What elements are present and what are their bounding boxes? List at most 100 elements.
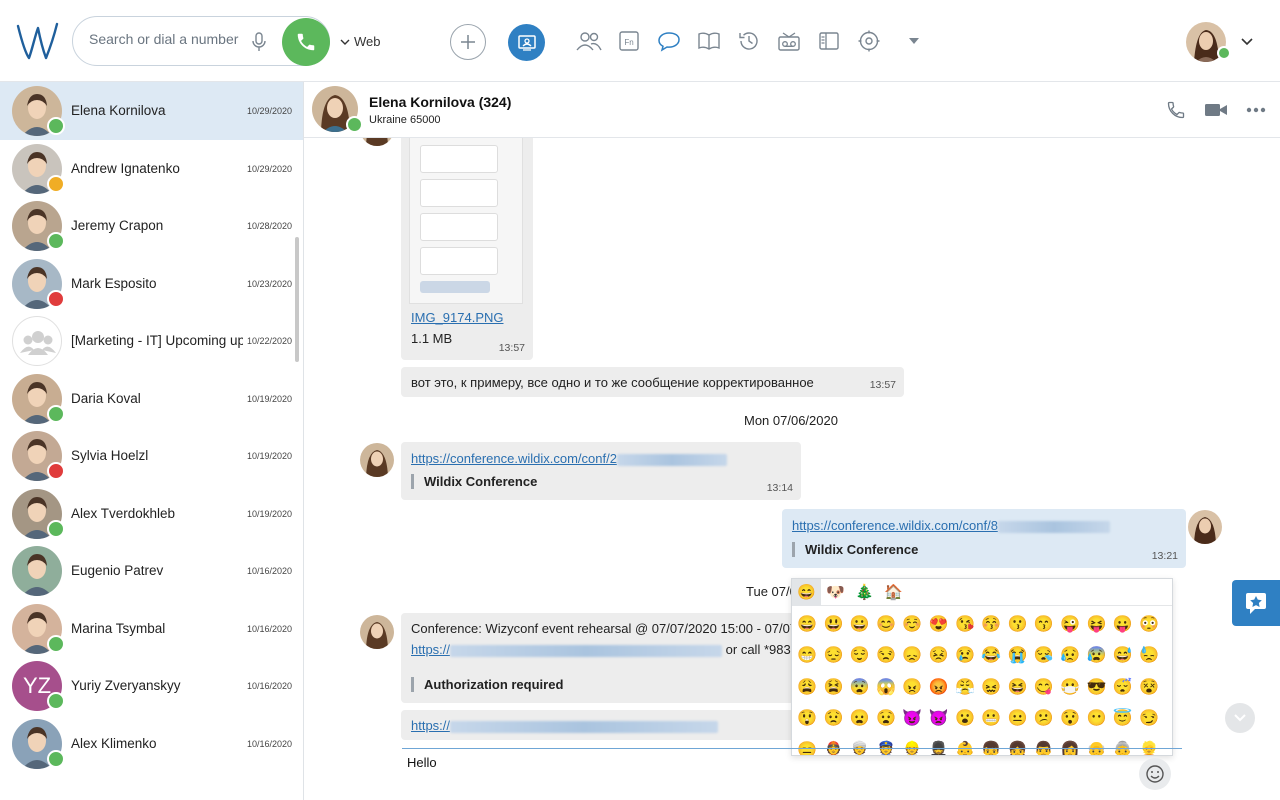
emoji-item[interactable]: 😶 bbox=[1083, 704, 1109, 736]
emoji-item[interactable]: 😍 bbox=[925, 609, 951, 641]
contact-item[interactable]: Mark Esposito 10/23/2020 bbox=[0, 255, 303, 313]
contact-item[interactable]: Elena Kornilova 10/29/2020 bbox=[0, 82, 303, 140]
feedback-button[interactable] bbox=[1232, 580, 1280, 626]
emoji-item[interactable]: 😕 bbox=[1031, 704, 1057, 736]
emoji-item[interactable]: 😮 bbox=[952, 704, 978, 736]
emoji-item[interactable]: 👷 bbox=[899, 735, 925, 755]
emoji-item[interactable]: 👦 bbox=[978, 735, 1004, 755]
emoji-item[interactable]: 😎 bbox=[1083, 672, 1109, 704]
video-call-icon[interactable] bbox=[1204, 101, 1228, 119]
contact-item[interactable]: Daria Koval 10/19/2020 bbox=[0, 370, 303, 428]
message-input[interactable] bbox=[407, 755, 1107, 770]
emoji-item[interactable]: 👴 bbox=[1083, 735, 1109, 755]
emoji-item[interactable]: 😙 bbox=[1031, 609, 1057, 641]
emoji-item[interactable]: ☺️ bbox=[899, 609, 925, 641]
wildix-logo[interactable] bbox=[16, 22, 60, 62]
emoji-item[interactable]: 😁 bbox=[794, 641, 820, 673]
link[interactable]: https:// bbox=[411, 718, 450, 733]
emoji-item[interactable]: 😑 bbox=[794, 735, 820, 755]
scroll-to-bottom-button[interactable] bbox=[1225, 703, 1255, 733]
phone-call-icon[interactable] bbox=[1166, 100, 1186, 120]
emoji-item[interactable]: 😴 bbox=[1110, 672, 1136, 704]
emoji-item[interactable]: 👲 bbox=[820, 735, 846, 755]
emoji-item[interactable]: 😒 bbox=[873, 641, 899, 673]
emoji-item[interactable]: 😷 bbox=[1057, 672, 1083, 704]
emoji-item[interactable]: 😳 bbox=[1136, 609, 1162, 641]
emoji-item[interactable]: 😥 bbox=[1057, 641, 1083, 673]
emoji-item[interactable]: 😆 bbox=[1004, 672, 1030, 704]
emoji-item[interactable]: 💂 bbox=[925, 735, 951, 755]
emoji-category-tab[interactable]: 🐶 bbox=[821, 579, 850, 606]
emoji-item[interactable]: 😔 bbox=[820, 641, 846, 673]
emoji-item[interactable]: 😖 bbox=[978, 672, 1004, 704]
screen-share-button[interactable] bbox=[508, 24, 545, 61]
emoji-item[interactable]: 😛 bbox=[1110, 609, 1136, 641]
emoji-item[interactable]: 😌 bbox=[847, 641, 873, 673]
emoji-item[interactable]: 😢 bbox=[952, 641, 978, 673]
contact-item[interactable]: Andrew Ignatenko 10/29/2020 bbox=[0, 140, 303, 198]
emoji-item[interactable]: 😀 bbox=[847, 609, 873, 641]
emoji-item[interactable]: 😐 bbox=[1004, 704, 1030, 736]
contact-item[interactable]: Alex Klimenko 10/16/2020 bbox=[0, 715, 303, 773]
web-selector[interactable]: Web bbox=[340, 34, 381, 49]
emoji-item[interactable]: 😵 bbox=[1136, 672, 1162, 704]
emoji-item[interactable]: 😂 bbox=[978, 641, 1004, 673]
emoji-item[interactable]: 😗 bbox=[1004, 609, 1030, 641]
chat-icon[interactable] bbox=[656, 28, 682, 54]
emoji-item[interactable]: 😜 bbox=[1057, 609, 1083, 641]
contact-item[interactable]: YZ Yuriy Zveryanskyy 10/16/2020 bbox=[0, 657, 303, 715]
image-thumbnail[interactable] bbox=[409, 138, 523, 304]
sidebar-scrollbar[interactable] bbox=[295, 237, 299, 362]
emoji-item[interactable]: 😫 bbox=[820, 672, 846, 704]
contact-item[interactable]: Alex Tverdokhleb 10/19/2020 bbox=[0, 485, 303, 543]
emoji-item[interactable]: 😏 bbox=[1136, 704, 1162, 736]
emoji-item[interactable]: 😲 bbox=[794, 704, 820, 736]
emoji-item[interactable]: 😯 bbox=[1057, 704, 1083, 736]
settings-gear-icon[interactable] bbox=[856, 28, 882, 54]
emoji-item[interactable]: 😪 bbox=[1031, 641, 1057, 673]
emoji-item[interactable]: 😤 bbox=[952, 672, 978, 704]
emoji-item[interactable]: 👶 bbox=[952, 735, 978, 755]
emoji-item[interactable]: 😦 bbox=[847, 704, 873, 736]
emoji-item[interactable]: 😱 bbox=[873, 672, 899, 704]
emoji-item[interactable]: 👿 bbox=[925, 704, 951, 736]
conference-link[interactable]: https://conference.wildix.com/conf/8 bbox=[792, 518, 998, 533]
contact-item[interactable]: Eugenio Patrev 10/16/2020 bbox=[0, 542, 303, 600]
history-icon[interactable] bbox=[736, 28, 762, 54]
add-button[interactable] bbox=[450, 24, 486, 60]
emoji-button[interactable] bbox=[1139, 758, 1171, 790]
emoji-item[interactable]: 😞 bbox=[899, 641, 925, 673]
microphone-icon[interactable] bbox=[249, 31, 269, 53]
emoji-item[interactable]: 😠 bbox=[899, 672, 925, 704]
emoji-item[interactable]: 😇 bbox=[1110, 704, 1136, 736]
emoji-item[interactable]: 😓 bbox=[1136, 641, 1162, 673]
more-options-icon[interactable] bbox=[1246, 107, 1266, 113]
emoji-item[interactable]: 👧 bbox=[1004, 735, 1030, 755]
emoji-item[interactable]: 👩 bbox=[1057, 735, 1083, 755]
emoji-item[interactable]: 👵 bbox=[1110, 735, 1136, 755]
emoji-category-tab[interactable]: 😄 bbox=[792, 579, 821, 606]
sidebar-panel-icon[interactable] bbox=[816, 28, 842, 54]
colleagues-icon[interactable] bbox=[576, 28, 602, 54]
emoji-item[interactable]: 😬 bbox=[978, 704, 1004, 736]
search-input[interactable] bbox=[89, 31, 239, 47]
function-keys-icon[interactable]: Fn bbox=[616, 28, 642, 54]
call-button[interactable] bbox=[282, 18, 330, 66]
emoji-item[interactable]: 😣 bbox=[925, 641, 951, 673]
emoji-item[interactable]: 😧 bbox=[873, 704, 899, 736]
phonebook-icon[interactable] bbox=[696, 28, 722, 54]
emoji-item[interactable]: 😅 bbox=[1110, 641, 1136, 673]
contact-item[interactable]: Marina Tsymbal 10/16/2020 bbox=[0, 600, 303, 658]
emoji-item[interactable]: 😩 bbox=[794, 672, 820, 704]
emoji-item[interactable]: 😈 bbox=[899, 704, 925, 736]
file-link[interactable]: IMG_9174.PNG bbox=[411, 310, 504, 325]
user-menu-chevron-icon[interactable] bbox=[1240, 34, 1254, 52]
emoji-item[interactable]: 👳 bbox=[847, 735, 873, 755]
emoji-item[interactable]: 😰 bbox=[1083, 641, 1109, 673]
emoji-item[interactable]: 👮 bbox=[873, 735, 899, 755]
conference-link[interactable]: https://conference.wildix.com/conf/2 bbox=[411, 451, 617, 466]
emoji-item[interactable]: 👨 bbox=[1031, 735, 1057, 755]
more-menu-caret-icon[interactable] bbox=[901, 28, 927, 54]
emoji-item[interactable]: 😟 bbox=[820, 704, 846, 736]
emoji-item[interactable]: 😡 bbox=[925, 672, 951, 704]
